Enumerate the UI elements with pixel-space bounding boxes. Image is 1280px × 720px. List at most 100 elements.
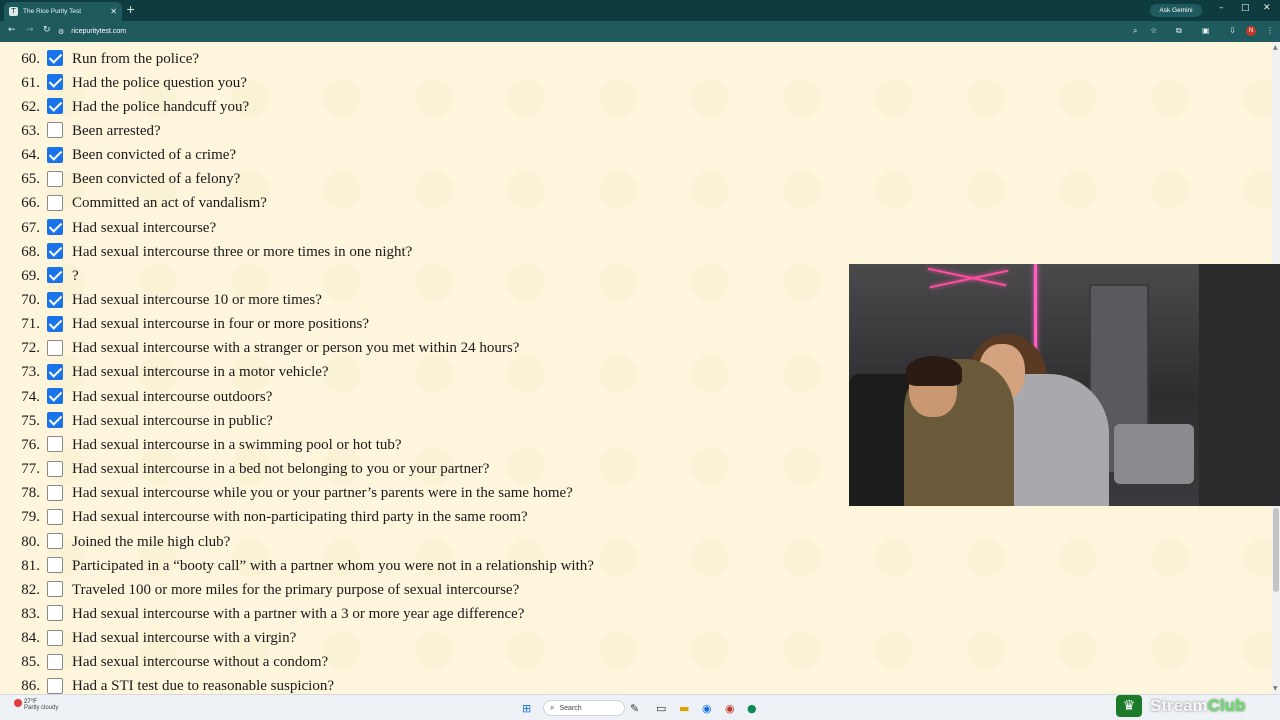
question-checkbox[interactable] bbox=[47, 315, 63, 332]
browser-tab[interactable]: T The Rice Purity Test ✕ bbox=[4, 2, 122, 21]
question-checkbox[interactable] bbox=[47, 533, 63, 549]
weather-widget[interactable]: 27°F Partly cloudy bbox=[14, 699, 58, 711]
tab-close-icon[interactable]: ✕ bbox=[110, 7, 117, 16]
address-bar[interactable]: ⚙ ricepuritytest.com bbox=[58, 24, 1148, 39]
question-number: 76. bbox=[21, 436, 40, 453]
question-number: 68. bbox=[21, 243, 40, 260]
question-row: 62. Had the police handcuff you? bbox=[0, 95, 249, 119]
question-text: Had sexual intercourse with a partner wi… bbox=[72, 605, 525, 622]
start-windows-icon[interactable]: ⊞ bbox=[522, 702, 531, 715]
question-checkbox[interactable] bbox=[47, 460, 63, 477]
scroll-up-icon[interactable]: ▲ bbox=[1273, 44, 1278, 51]
question-number: 66. bbox=[21, 195, 40, 212]
chrome-profile-icon[interactable]: ◉ bbox=[725, 702, 735, 715]
question-row: 82. Traveled 100 or more miles for the pr… bbox=[0, 578, 519, 602]
question-text: Been convicted of a crime? bbox=[72, 147, 237, 164]
question-checkbox[interactable] bbox=[47, 388, 63, 405]
question-checkbox[interactable] bbox=[47, 436, 63, 453]
question-checkbox[interactable] bbox=[47, 98, 63, 115]
question-checkbox[interactable] bbox=[47, 412, 63, 429]
question-checkbox[interactable] bbox=[47, 291, 63, 308]
brand-text-accent: Club bbox=[1207, 696, 1246, 715]
question-row: 67. Had sexual intercourse? bbox=[0, 216, 216, 240]
question-checkbox[interactable] bbox=[47, 677, 63, 694]
forward-icon[interactable]: → bbox=[26, 25, 34, 35]
scrollbar-thumb[interactable] bbox=[1273, 508, 1279, 592]
profile-avatar[interactable]: N bbox=[1246, 26, 1256, 36]
question-number: 72. bbox=[21, 340, 40, 357]
site-info-icon[interactable]: ⚙ bbox=[58, 28, 64, 36]
window-close-icon[interactable]: ✕ bbox=[1263, 3, 1271, 13]
search-label: Search bbox=[559, 704, 582, 712]
question-checkbox[interactable] bbox=[47, 363, 63, 380]
question-checkbox[interactable] bbox=[47, 339, 63, 356]
question-number: 71. bbox=[21, 316, 40, 333]
question-checkbox[interactable] bbox=[47, 122, 63, 139]
new-tab-icon[interactable]: + bbox=[126, 3, 135, 16]
windows-taskbar: 27°F Partly cloudy ⊞ ⌕ Search ✎ ▭ ▬ ◉ ◉ … bbox=[0, 694, 1280, 720]
question-text: Had sexual intercourse in four or more p… bbox=[72, 316, 370, 333]
webcam-stool bbox=[1114, 424, 1194, 484]
question-checkbox[interactable] bbox=[47, 243, 63, 260]
streamclub-watermark: ♛ Stream Club bbox=[1116, 692, 1280, 720]
question-checkbox[interactable] bbox=[47, 50, 63, 66]
sidepanel-icon[interactable]: ▣ bbox=[1202, 26, 1210, 35]
webcam-stone-wall bbox=[1199, 264, 1280, 506]
question-checkbox[interactable] bbox=[47, 508, 63, 525]
question-checkbox[interactable] bbox=[47, 194, 63, 211]
zoom-icon[interactable]: ⌕ bbox=[1133, 26, 1137, 36]
question-checkbox[interactable] bbox=[47, 484, 63, 501]
back-icon[interactable]: ← bbox=[8, 25, 16, 35]
question-text: ? bbox=[72, 267, 79, 284]
question-number: 84. bbox=[21, 630, 40, 647]
app-icon[interactable]: ● bbox=[747, 702, 757, 715]
question-checkbox[interactable] bbox=[47, 219, 63, 236]
minimize-icon[interactable]: – bbox=[1219, 3, 1224, 13]
question-checkbox[interactable] bbox=[47, 74, 63, 91]
question-number: 74. bbox=[21, 388, 40, 405]
question-number: 67. bbox=[21, 219, 40, 236]
bookmark-star-icon[interactable]: ☆ bbox=[1150, 26, 1157, 35]
question-text: Been convicted of a felony? bbox=[72, 171, 241, 188]
question-number: 79. bbox=[21, 509, 40, 526]
ask-gemini-button[interactable]: Ask Gemini bbox=[1150, 4, 1202, 17]
question-number: 61. bbox=[21, 74, 40, 91]
question-checkbox[interactable] bbox=[47, 605, 63, 622]
downloads-icon[interactable]: ⇩ bbox=[1229, 26, 1236, 35]
question-text: Run from the police? bbox=[72, 50, 200, 67]
maximize-icon[interactable]: □ bbox=[1241, 3, 1250, 13]
question-row: 65. Been convicted of a felony? bbox=[0, 168, 240, 192]
question-checkbox[interactable] bbox=[47, 267, 63, 284]
question-checkbox[interactable] bbox=[47, 653, 63, 670]
menu-icon[interactable]: ⋮ bbox=[1266, 26, 1274, 35]
question-row: 77. Had sexual intercourse in a bed not b… bbox=[0, 458, 489, 482]
question-number: 86. bbox=[21, 678, 40, 694]
question-number: 64. bbox=[21, 147, 40, 164]
question-checkbox[interactable] bbox=[47, 581, 63, 598]
reload-icon[interactable]: ↻ bbox=[43, 25, 51, 35]
question-row: 71. Had sexual intercourse in four or mor… bbox=[0, 313, 369, 337]
question-checkbox[interactable] bbox=[47, 170, 63, 187]
extensions-icon[interactable]: ⧉ bbox=[1176, 26, 1182, 36]
copilot-icon[interactable]: ✎ bbox=[630, 702, 639, 715]
scroll-down-icon[interactable]: ▼ bbox=[1273, 685, 1278, 692]
question-text: Had sexual intercourse in public? bbox=[72, 412, 273, 429]
question-row: 70. Had sexual intercourse 10 or more tim… bbox=[0, 289, 322, 313]
toolbar: ← → ↻ ⚙ ricepuritytest.com ⌕ ☆ ⧉ ▣ ⇩ N ⋮ bbox=[0, 21, 1280, 42]
question-text: Committed an act of vandalism? bbox=[72, 195, 267, 212]
taskbar-search[interactable]: ⌕ Search bbox=[543, 700, 625, 716]
question-number: 78. bbox=[21, 485, 40, 502]
chrome-icon[interactable]: ◉ bbox=[702, 702, 712, 715]
question-checkbox[interactable] bbox=[47, 557, 63, 574]
question-text: Had sexual intercourse while you or your… bbox=[72, 485, 573, 502]
site-favicon-icon: T bbox=[9, 7, 18, 16]
question-row: 73. Had sexual intercourse in a motor veh… bbox=[0, 361, 329, 385]
question-checkbox[interactable] bbox=[47, 146, 63, 163]
file-explorer-icon[interactable]: ▬ bbox=[679, 702, 689, 715]
question-checkbox[interactable] bbox=[47, 629, 63, 646]
task-view-icon[interactable]: ▭ bbox=[656, 702, 666, 715]
question-row: 72. Had sexual intercourse with a strange… bbox=[0, 337, 519, 361]
question-row: 64. Been convicted of a crime? bbox=[0, 144, 236, 168]
question-text: Had sexual intercourse with non-particip… bbox=[72, 509, 528, 526]
weather-condition: Partly cloudy bbox=[24, 705, 59, 711]
